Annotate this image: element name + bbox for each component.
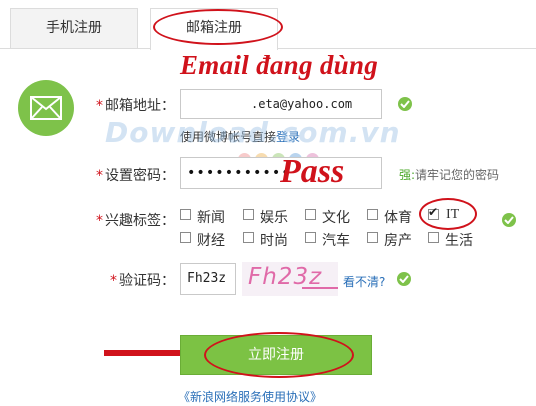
interest-checkbox-fashion[interactable] (243, 232, 254, 243)
tab-phone-register[interactable]: 手机注册 (10, 8, 138, 48)
annotation-email-in-use: Email đang dùng (180, 50, 379, 80)
service-agreement-link[interactable]: 《新浪网络服务使用协议》 (178, 388, 322, 405)
interest-checkbox-news[interactable] (180, 209, 191, 220)
interest-label-finance: 财经 (197, 233, 225, 249)
submit-highlight (204, 332, 354, 378)
interest-label-life: 生活 (445, 233, 473, 249)
interest-checkbox-sports[interactable] (367, 209, 378, 220)
email-valid-check-icon (398, 97, 412, 111)
password-label: * 设置密码： (96, 168, 175, 184)
annotation-pass: Pass (280, 153, 345, 190)
interest-checkbox-auto[interactable] (305, 232, 316, 243)
interest-label-auto: 汽车 (322, 233, 350, 249)
interest-checkbox-realestate[interactable] (367, 232, 378, 243)
watermark: Download.com.vn (105, 116, 401, 149)
interest-label-news: 新闻 (197, 210, 225, 226)
captcha-noise-line (302, 287, 338, 289)
interests-valid-check-icon (502, 213, 516, 227)
interest-label-entertainment: 娱乐 (260, 210, 288, 226)
captcha-valid-check-icon (397, 272, 411, 286)
interest-checkbox-finance[interactable] (180, 232, 191, 243)
email-tab-highlight (153, 9, 283, 45)
interest-checkbox-culture[interactable] (305, 209, 316, 220)
email-input[interactable]: .eta@yahoo.com (180, 89, 382, 119)
captcha-label: * 验证码： (110, 273, 175, 289)
password-strength: 强:请牢记您的密码 (399, 168, 500, 182)
interest-label-sports: 体育 (384, 210, 412, 226)
interests-label: * 兴趣标签： (96, 213, 175, 229)
email-label: * 邮箱地址： (96, 98, 175, 114)
interest-checkbox-life[interactable] (428, 232, 439, 243)
interest-label-fashion: 时尚 (260, 233, 288, 249)
captcha-input[interactable]: Fh23z (180, 263, 236, 295)
mail-icon (18, 80, 74, 136)
captcha-image[interactable]: Fh23z (242, 262, 338, 296)
interest-label-culture: 文化 (322, 210, 350, 226)
interest-label-realestate: 房产 (384, 233, 412, 249)
it-highlight (419, 198, 477, 230)
interest-checkbox-entertainment[interactable] (243, 209, 254, 220)
captcha-refresh-link[interactable]: 看不清? (343, 273, 385, 290)
